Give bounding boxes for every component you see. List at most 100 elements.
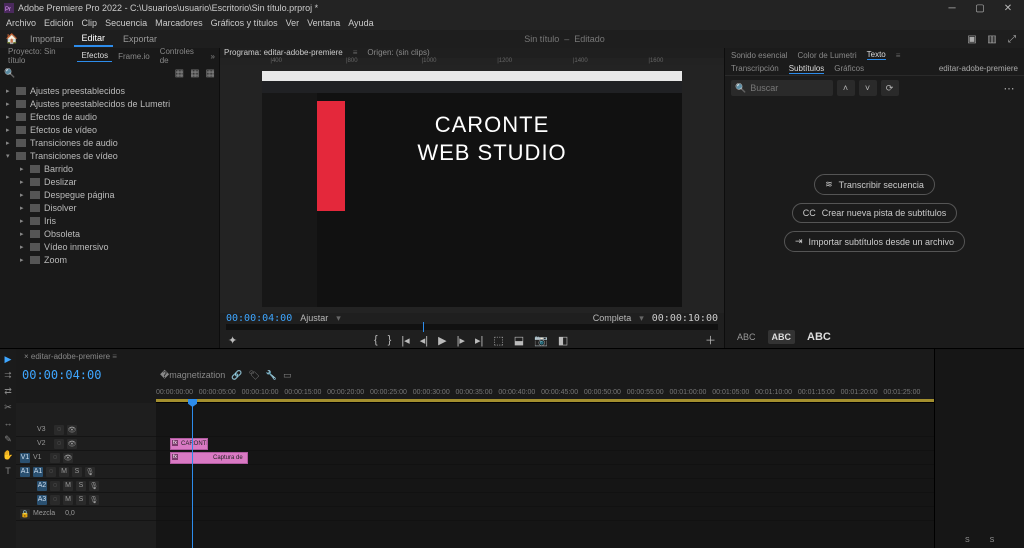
track-header-v1[interactable]: V1V1◌👁 (16, 451, 156, 465)
sequence-tab[interactable]: editar-adobe-premiere (31, 352, 110, 361)
lift-icon[interactable]: ⬚ (493, 334, 503, 347)
menu-item[interactable]: Ayuda (348, 18, 373, 28)
step-back-icon[interactable]: ◂| (420, 334, 428, 347)
current-timecode[interactable]: 00:00:04:00 (226, 313, 292, 324)
go-in-icon[interactable]: |◂ (401, 334, 409, 347)
menu-item[interactable]: Edición (44, 18, 74, 28)
go-out-icon[interactable]: ▸| (475, 334, 483, 347)
track-header-a3[interactable]: A3◌MS🎙 (16, 493, 156, 507)
extract-icon[interactable]: ⬓ (514, 334, 524, 347)
preset-icon[interactable]: ▦ (190, 68, 199, 79)
cc-track-icon[interactable]: ▭ (283, 370, 292, 381)
mark-in-icon[interactable]: { (374, 334, 378, 346)
clip[interactable]: fxCARONTE (170, 438, 208, 450)
menu-item[interactable]: Archivo (6, 18, 36, 28)
effects-search[interactable]: 🔍 ▦ ▦ ▦ (0, 64, 219, 82)
tab-graphics[interactable]: Gráficos (834, 64, 864, 73)
mini-timeline[interactable] (226, 324, 718, 330)
menu-item[interactable]: Ventana (307, 18, 340, 28)
caption-style-big[interactable]: ABC (803, 329, 835, 345)
tab-export[interactable]: Exportar (115, 32, 165, 46)
search-input[interactable]: 🔍Buscar (731, 80, 833, 96)
tab-frameio[interactable]: Frame.io (114, 51, 154, 62)
tree-item[interactable]: ▸Disolver (2, 201, 217, 214)
timeline-ruler[interactable]: 00:00:00:00 00:00:05:00 00:00:10:00 00:0… (156, 387, 934, 403)
workspace-icon[interactable]: ▥ (984, 31, 1000, 47)
tree-item[interactable]: ▸Vídeo inmersivo (2, 240, 217, 253)
tree-item[interactable]: ▸Ajustes preestablecidos de Lumetri (2, 97, 217, 110)
track-header-a2[interactable]: A2◌MS🎙 (16, 479, 156, 493)
add-marker-icon[interactable]: ✦ (220, 334, 237, 347)
type-tool-icon[interactable]: T (2, 465, 14, 477)
fullscreen-icon[interactable]: ⤢ (1004, 31, 1020, 47)
tab-controls[interactable]: Controles de (156, 46, 207, 66)
play-icon[interactable]: ▶ (438, 334, 446, 347)
tab-import[interactable]: Importar (22, 32, 72, 46)
quality-dropdown[interactable]: Completa (593, 313, 632, 323)
menu-item[interactable]: Marcadores (155, 18, 203, 28)
refresh-icon[interactable]: ⟳ (881, 80, 899, 96)
tab-subtitles[interactable]: Subtítulos (789, 64, 825, 74)
tab-effects[interactable]: Efectos (77, 50, 112, 62)
tree-item[interactable]: ▸Iris (2, 214, 217, 227)
prev-result-icon[interactable]: ˄ (837, 80, 855, 96)
panel-menu-icon[interactable]: ⋯ (1000, 80, 1018, 96)
preset-icon[interactable]: ▦ (206, 68, 215, 79)
tab-lumetri[interactable]: Color de Lumetri (797, 51, 856, 60)
new-caption-track-button[interactable]: CCCrear nueva pista de subtítulos (792, 203, 958, 223)
track-header-v2[interactable]: V2◌👁 (16, 437, 156, 451)
playhead-icon[interactable] (423, 322, 424, 332)
tree-item[interactable]: ▸Ajustes preestablecidos (2, 84, 217, 97)
tab-edit[interactable]: Editar (74, 31, 114, 47)
close-tab-icon[interactable]: × (24, 352, 29, 361)
source-tab[interactable]: Origen: (sin clips) (367, 48, 429, 57)
menu-item[interactable]: Secuencia (105, 18, 147, 28)
snap-icon[interactable]: �magnetization (160, 370, 225, 381)
menu-item[interactable]: Clip (82, 18, 98, 28)
clip[interactable]: fxCaptura de (170, 452, 248, 464)
tree-item[interactable]: ▸Zoom (2, 253, 217, 266)
home-icon[interactable]: 🏠 (4, 31, 20, 47)
preset-icon[interactable]: ▦ (175, 68, 184, 79)
next-result-icon[interactable]: ˅ (859, 80, 877, 96)
minimize-button[interactable]: ─ (940, 1, 964, 15)
tree-item[interactable]: ▸Efectos de audio (2, 110, 217, 123)
hand-tool-icon[interactable]: ✋ (2, 449, 14, 461)
mark-out-icon[interactable]: } (388, 334, 392, 346)
tab-essential-sound[interactable]: Sonido esencial (731, 51, 787, 60)
ripple-tool-icon[interactable]: ⇄ (2, 385, 14, 397)
track-header-v3[interactable]: V3◌👁 (16, 423, 156, 437)
tab-transcription[interactable]: Transcripción (731, 64, 779, 73)
track-header-a1[interactable]: A1A1◌MS🎙 (16, 465, 156, 479)
tab-text[interactable]: Texto (867, 50, 886, 60)
caption-style-mid[interactable]: ABC (768, 330, 796, 344)
program-tab[interactable]: Programa: editar-adobe-premiere (224, 48, 343, 57)
tree-item[interactable]: ▸Obsoleta (2, 227, 217, 240)
transcribe-button[interactable]: ≋Transcribir secuencia (814, 174, 935, 195)
close-button[interactable]: ✕ (996, 1, 1020, 15)
tree-item[interactable]: ▸Despegue página (2, 188, 217, 201)
work-area-bar[interactable] (156, 399, 934, 402)
maximize-button[interactable]: ▢ (968, 1, 992, 15)
track-select-tool-icon[interactable]: ⮆ (2, 369, 14, 381)
marker-icon[interactable]: 🏷 (248, 370, 259, 381)
tree-item[interactable]: ▸Barrido (2, 162, 217, 175)
compare-icon[interactable]: ◧ (558, 334, 568, 347)
razor-tool-icon[interactable]: ✂ (2, 401, 14, 413)
timeline-tracks[interactable]: fxCARONTE fxCaptura de (156, 403, 934, 548)
import-captions-button[interactable]: ⇥Importar subtítulos desde un archivo (784, 231, 965, 252)
selection-tool-icon[interactable]: ▶ (2, 353, 14, 365)
fit-dropdown[interactable]: Ajustar (300, 313, 328, 323)
tree-item[interactable]: ▸Transiciones de audio (2, 136, 217, 149)
tab-project[interactable]: Proyecto: Sin título (4, 46, 75, 66)
menu-item[interactable]: Gráficos y títulos (211, 18, 278, 28)
pen-tool-icon[interactable]: ✎ (2, 433, 14, 445)
quick-export-icon[interactable]: ▣ (964, 31, 980, 47)
linked-selection-icon[interactable]: 🔗 (231, 370, 242, 381)
program-monitor[interactable]: CARONTE WEB STUDIO (262, 71, 682, 307)
menu-item[interactable]: Ver (286, 18, 300, 28)
button-editor-icon[interactable]: ＋ (705, 332, 724, 348)
tree-item[interactable]: ▸Deslizar (2, 175, 217, 188)
export-frame-icon[interactable]: 📷 (534, 334, 548, 347)
tree-item[interactable]: ▸Efectos de vídeo (2, 123, 217, 136)
